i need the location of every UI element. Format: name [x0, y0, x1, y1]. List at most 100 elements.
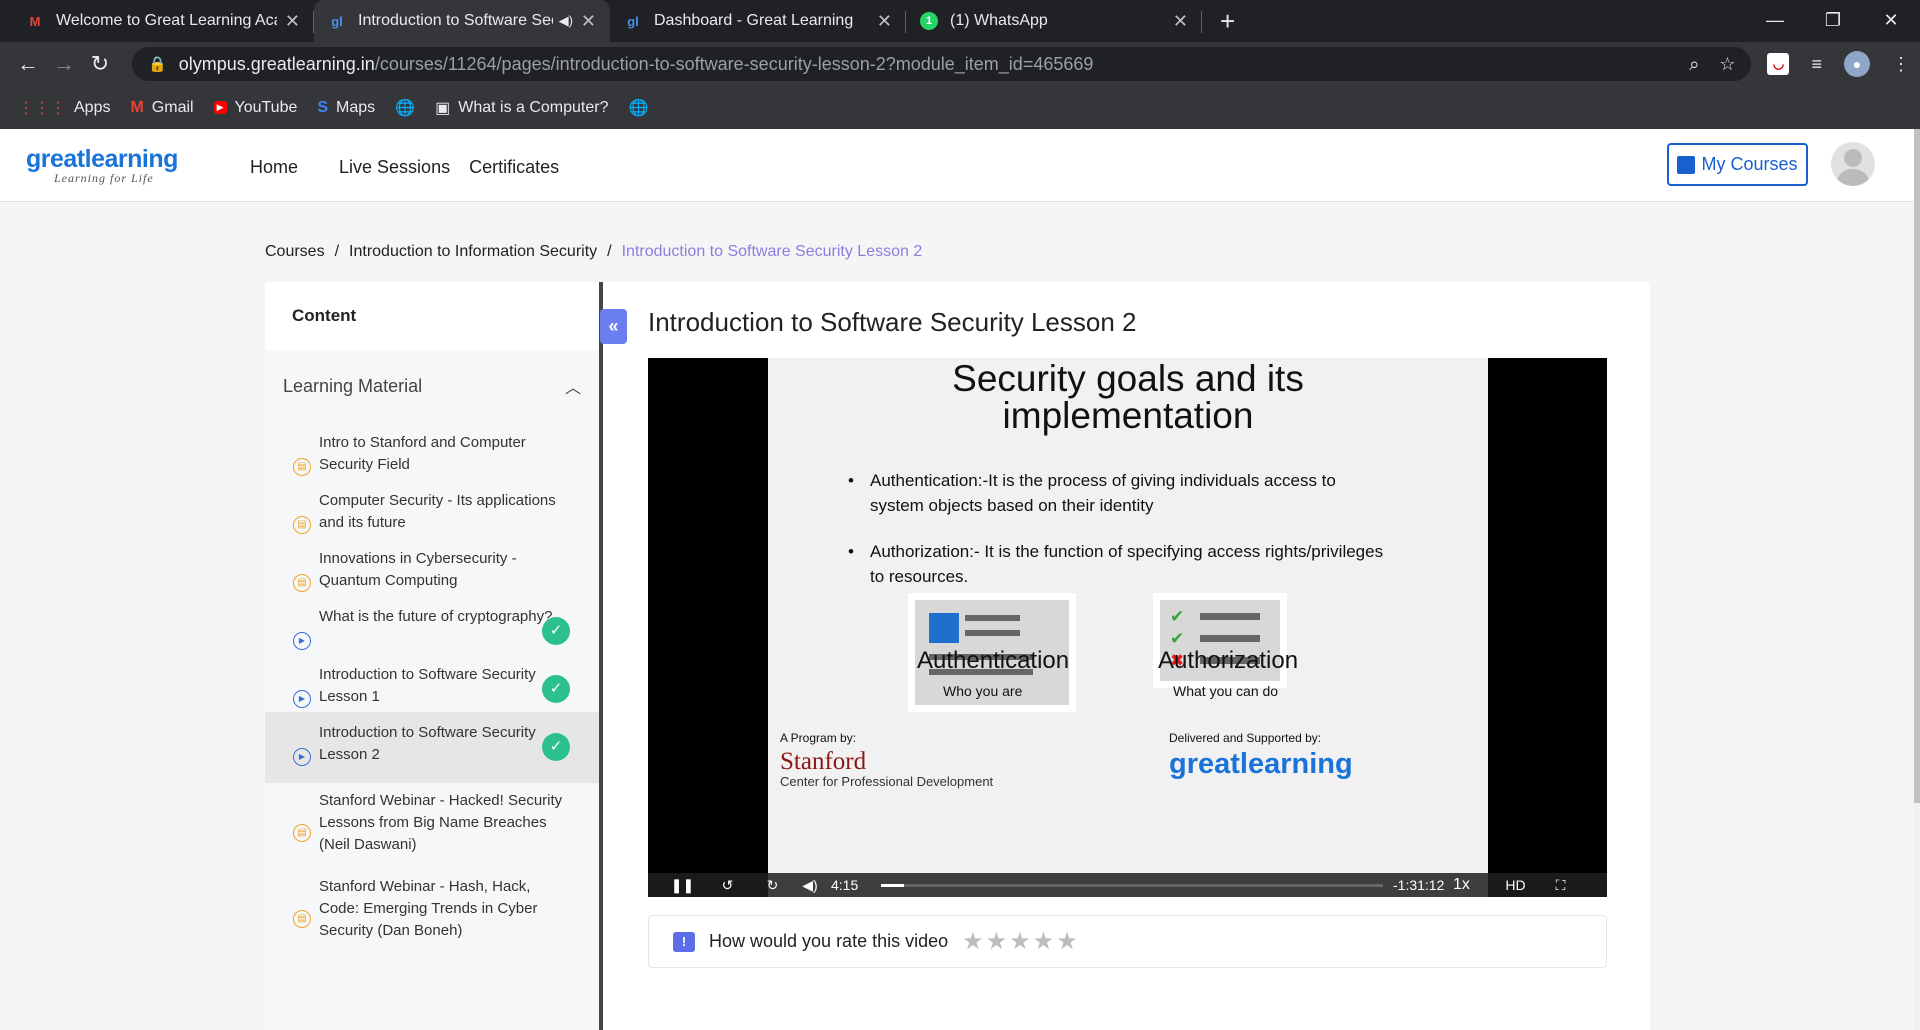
- media-icon[interactable]: ≡: [1811, 54, 1822, 75]
- close-window-icon[interactable]: ✕: [1862, 0, 1920, 40]
- globe-icon: 🌐: [628, 99, 649, 117]
- close-icon[interactable]: ✕: [1173, 11, 1188, 32]
- url-host: olympus.greatlearning.in: [178, 53, 375, 74]
- pocket-icon[interactable]: ◡: [1767, 53, 1790, 75]
- close-icon[interactable]: ✕: [581, 11, 596, 32]
- scrollbar-thumb[interactable]: [1914, 129, 1920, 803]
- sidebar-title: Content: [265, 282, 599, 350]
- nav-certificates[interactable]: Certificates: [469, 157, 559, 178]
- list-item[interactable]: ▤ Stanford Webinar - Hacked! Security Le…: [265, 780, 599, 866]
- id-card-icon: [929, 613, 959, 643]
- tab-title: Welcome to Great Learning Acad: [56, 12, 277, 29]
- play-icon: ▶: [293, 748, 311, 766]
- slide-bullets: Authentication:-It is the process of giv…: [848, 468, 1388, 589]
- book-icon: [1677, 155, 1696, 174]
- seek-progress: [881, 883, 904, 887]
- breadcrumb: Courses / Introduction to Information Secu…: [265, 243, 923, 260]
- group-header[interactable]: Learning Material ︿: [265, 350, 599, 422]
- my-courses-button[interactable]: My Courses: [1667, 143, 1808, 186]
- menu-icon[interactable]: ⋮: [1892, 54, 1910, 75]
- document-icon: ▤: [293, 516, 311, 534]
- pause-icon[interactable]: ❚❚: [660, 877, 705, 894]
- star-icon[interactable]: ★: [1056, 928, 1080, 955]
- rating-prompt: How would you rate this video: [709, 931, 949, 951]
- bookmark-youtube[interactable]: ▶ YouTube: [213, 99, 297, 117]
- tab-2[interactable]: gl Introduction to Software Sec ◀) ✕: [314, 0, 610, 42]
- bookmark-what-is-computer[interactable]: ▣ What is a Computer?: [435, 98, 608, 118]
- nav-live-sessions[interactable]: Live Sessions: [339, 157, 450, 178]
- lock-icon: 🔒: [148, 56, 167, 73]
- close-icon[interactable]: ✕: [877, 11, 892, 32]
- breadcrumb-courses[interactable]: Courses: [265, 243, 325, 260]
- profile-avatar-icon[interactable]: ●: [1844, 51, 1870, 77]
- speaker-icon[interactable]: ◀): [559, 13, 573, 29]
- tab-4[interactable]: 1 (1) WhatsApp ✕: [906, 0, 1202, 42]
- url-bar[interactable]: 🔒 olympus.greatlearning.in /courses/1126…: [132, 47, 1752, 81]
- tab-strip: M Welcome to Great Learning Acad ✕ gl In…: [0, 0, 1920, 42]
- site-logo[interactable]: greatlearning Learning for Life: [26, 145, 178, 186]
- address-bar-row: ← → ↻ 🔒 olympus.greatlearning.in /course…: [0, 42, 1920, 86]
- video-frame: Security goals and itsimplementation Aut…: [768, 358, 1488, 897]
- new-tab-icon[interactable]: +: [1220, 0, 1235, 42]
- star-icon[interactable]: ★: [986, 928, 1010, 955]
- video-player[interactable]: Security goals and itsimplementation Aut…: [648, 358, 1607, 897]
- lesson-card: Content Learning Material ︿ ▤ Intro to S…: [265, 282, 1650, 1030]
- apps-grid-icon: ⋮⋮⋮: [18, 99, 66, 117]
- star-rating[interactable]: ★★★★★: [962, 927, 1080, 956]
- authentication-label: Authentication: [917, 647, 1070, 674]
- zoom-icon[interactable]: ⌕: [1689, 54, 1699, 75]
- breadcrumb-course[interactable]: Introduction to Information Security: [349, 243, 597, 260]
- star-icon[interactable]: ★: [1033, 928, 1057, 955]
- window-controls: — ❐ ✕: [1746, 0, 1920, 40]
- forward-icon[interactable]: ↻: [750, 877, 795, 894]
- page-icon: ▣: [435, 99, 451, 117]
- document-icon: ▤: [293, 824, 311, 842]
- main-nav: Home Live Sessions Certificates: [250, 157, 578, 178]
- tab-1[interactable]: M Welcome to Great Learning Acad ✕: [0, 0, 314, 42]
- page-scrollbar[interactable]: [1914, 129, 1920, 1030]
- close-icon[interactable]: ✕: [285, 11, 300, 32]
- chevron-up-icon[interactable]: ︿: [565, 374, 581, 398]
- seek-bar[interactable]: [881, 883, 1383, 887]
- gmail-icon: M: [29, 13, 41, 29]
- youtube-icon: ▶: [213, 101, 227, 114]
- hd-icon[interactable]: HD: [1493, 877, 1538, 893]
- collapse-sidebar-button[interactable]: «: [600, 309, 627, 344]
- maps-icon: S: [317, 98, 329, 116]
- fullscreen-icon[interactable]: ⛶: [1538, 877, 1583, 894]
- star-icon[interactable]: ★: [962, 928, 986, 955]
- bookmark-apps[interactable]: ⋮⋮⋮ Apps: [18, 98, 110, 118]
- minimize-icon[interactable]: —: [1746, 0, 1804, 40]
- user-icon: [1844, 149, 1862, 167]
- back-icon[interactable]: ←: [10, 51, 46, 77]
- video-rating: ! How would you rate this video ★★★★★: [648, 915, 1607, 968]
- restore-icon[interactable]: ❐: [1804, 0, 1862, 40]
- document-icon: ▤: [293, 574, 311, 592]
- forward-icon[interactable]: →: [46, 51, 82, 77]
- video-controls: ❚❚ ↺ ↻ ◀) 4:15 -1:31:12 1x HD ⛶: [648, 873, 1607, 897]
- remaining-time: -1:31:12: [1393, 877, 1445, 893]
- nav-home[interactable]: Home: [250, 157, 298, 178]
- bookmark-maps[interactable]: S Maps: [317, 99, 375, 117]
- double-chevron-left-icon: «: [608, 316, 619, 336]
- greatlearning-icon: gl: [627, 13, 639, 29]
- rewind-icon[interactable]: ↺: [705, 877, 750, 894]
- whatsapp-icon: 1: [920, 12, 938, 30]
- volume-icon[interactable]: ◀): [795, 877, 825, 894]
- star-icon[interactable]: ☆: [1719, 54, 1735, 75]
- bookmark-globe[interactable]: 🌐: [395, 98, 415, 118]
- authorization-label: Authorization: [1158, 647, 1299, 674]
- list-item-selected[interactable]: ▶ Introduction to Software Security Less…: [265, 712, 599, 783]
- globe-icon: 🌐: [395, 99, 416, 117]
- star-icon[interactable]: ★: [1009, 928, 1033, 955]
- greatlearning-icon: gl: [331, 13, 343, 29]
- greatlearning-slide-logo: greatlearning: [1169, 748, 1353, 780]
- tab-3[interactable]: gl Dashboard - Great Learning ✕: [610, 0, 906, 42]
- speed-button[interactable]: 1x: [1453, 876, 1493, 894]
- bookmark-globe-2[interactable]: 🌐: [629, 98, 649, 118]
- learning-material-group: Learning Material ︿ ▤ Intro to Stanford …: [265, 350, 599, 1030]
- user-avatar[interactable]: [1831, 142, 1875, 186]
- bookmark-gmail[interactable]: M Gmail: [130, 99, 193, 117]
- reload-icon[interactable]: ↻: [82, 51, 118, 77]
- list-item[interactable]: ▤ Stanford Webinar - Hash, Hack, Code: E…: [265, 866, 599, 952]
